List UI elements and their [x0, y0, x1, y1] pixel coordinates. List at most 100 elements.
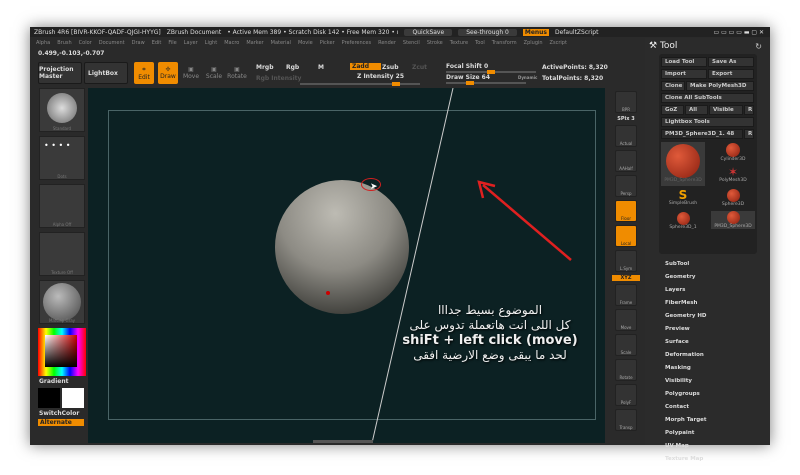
menu-alpha[interactable]: Alpha [36, 40, 50, 46]
viewport-canvas[interactable]: ➤ [88, 88, 605, 443]
projection-master-button[interactable]: Projection Master [38, 62, 82, 84]
menu-zscript[interactable]: Zscript [550, 40, 567, 46]
menu-stroke[interactable]: Stroke [427, 40, 443, 46]
section-deformation[interactable]: Deformation [665, 352, 704, 358]
shelf-bpr-button[interactable]: BPR [615, 91, 637, 113]
shelf-polyf-button[interactable]: PolyF [615, 384, 637, 406]
tool-thumb[interactable]: Sphere3D_1 [663, 212, 703, 230]
dynamic-button[interactable]: Dynamic [518, 75, 537, 80]
menu-tool[interactable]: Tool [475, 40, 485, 46]
focal-shift-slider[interactable]: Focal Shift 0 [446, 63, 488, 70]
tool-thumb[interactable]: S SimpleBrush [663, 189, 703, 206]
rgb-intensity-slider[interactable]: Rgb Intensity [256, 75, 301, 82]
export-button[interactable]: Export [708, 69, 754, 79]
z-intensity-track[interactable] [300, 82, 420, 86]
rgb-button[interactable]: Rgb [286, 64, 299, 71]
focal-shift-track[interactable] [446, 70, 536, 74]
alternate-button[interactable]: Alternate [38, 419, 84, 426]
shelf-transp-button[interactable]: Transp [615, 409, 637, 431]
shelf-xyz-button[interactable]: XYZ [612, 275, 640, 281]
section-subtool[interactable]: SubTool [665, 261, 689, 267]
shelf-actual-button[interactable]: Actual [615, 125, 637, 147]
gradient-label[interactable]: Gradient [39, 378, 87, 385]
menu-stencil[interactable]: Stencil [403, 40, 420, 46]
draw-size-track[interactable] [446, 81, 526, 85]
import-button[interactable]: Import [661, 69, 707, 79]
r-button[interactable]: R [744, 105, 754, 115]
menu-macro[interactable]: Macro [224, 40, 239, 46]
menu-layer[interactable]: Layer [184, 40, 198, 46]
menu-preferences[interactable]: Preferences [342, 40, 371, 46]
window-controls[interactable]: ▭ ▭ ▭ ▭ ▬ ▢ ✕ [714, 29, 770, 36]
color-swatches[interactable] [38, 388, 87, 408]
shelf-spix-3-button[interactable]: SPix 3 [612, 116, 640, 122]
scale-button[interactable]: ▣ Scale [205, 62, 223, 84]
shelf-l-sym-button[interactable]: L.Sym [615, 250, 637, 272]
texture-selector[interactable]: Texture Off [39, 232, 85, 276]
section-masking[interactable]: Masking [665, 365, 691, 371]
edit-button[interactable]: ⌗ Edit [134, 62, 154, 84]
tool-thumb[interactable]: Cylinder3D [713, 143, 753, 162]
scrollbar-bottom[interactable] [313, 440, 373, 443]
stroke-selector[interactable]: • • • • Dots [39, 136, 85, 180]
quicksave-button[interactable]: QuickSave [404, 28, 453, 36]
save-as-button[interactable]: Save As [708, 57, 754, 67]
shelf-local-button[interactable]: Local [615, 225, 637, 247]
menu-render[interactable]: Render [378, 40, 396, 46]
alpha-selector[interactable]: Alpha Off [39, 184, 85, 228]
make-polymesh-button[interactable]: Make PolyMesh3D [686, 81, 754, 91]
lightbox-button[interactable]: LightBox [84, 62, 128, 84]
menu-brush[interactable]: Brush [57, 40, 71, 46]
lightbox-tools-button[interactable]: Lightbox Tools [661, 117, 754, 127]
menu-movie[interactable]: Movie [298, 40, 313, 46]
clone-all-subtools-button[interactable]: Clone All SubTools [661, 93, 754, 103]
m-button[interactable]: M [318, 64, 324, 71]
menu-file[interactable]: File [168, 40, 176, 46]
shelf-persp-button[interactable]: Persp [615, 175, 637, 197]
tool-palette-header[interactable]: ⚒ Tool [649, 41, 677, 51]
shelf-frame-button[interactable]: Frame [615, 284, 637, 306]
see-through-slider[interactable]: See-through 0 [458, 28, 517, 36]
menu-document[interactable]: Document [99, 40, 125, 46]
mrgb-button[interactable]: Mrgb [256, 64, 274, 71]
menu-marker[interactable]: Marker [246, 40, 263, 46]
menu-draw[interactable]: Draw [132, 40, 145, 46]
section-geometry[interactable]: Geometry [665, 274, 695, 280]
menu-zplugin[interactable]: Zplugin [524, 40, 543, 46]
zadd-button[interactable]: Zadd [350, 63, 381, 70]
shelf-floor-button[interactable]: Floor [615, 200, 637, 222]
move-button[interactable]: ▣ Move [182, 62, 200, 84]
tool-thumb[interactable]: Sphere3D [713, 189, 753, 207]
shelf-aahalf-button[interactable]: AAHalf [615, 150, 637, 172]
menu-picker[interactable]: Picker [320, 40, 335, 46]
load-tool-button[interactable]: Load Tool [661, 57, 707, 67]
brush-selector[interactable]: Standard [39, 88, 85, 132]
goz-button[interactable]: GoZ [661, 105, 684, 115]
shelf-move-button[interactable]: Move [615, 309, 637, 331]
section-visibility[interactable]: Visibility [665, 378, 692, 384]
shelf-scale-button[interactable]: Scale [615, 334, 637, 356]
r-button-2[interactable]: R [744, 129, 754, 139]
menu-transform[interactable]: Transform [492, 40, 517, 46]
section-polygroups[interactable]: Polygroups [665, 391, 700, 397]
zsub-button[interactable]: Zsub [382, 64, 399, 71]
section-morph-target[interactable]: Morph Target [665, 417, 707, 423]
section-uv-map[interactable]: UV Map [665, 443, 689, 449]
section-polypaint[interactable]: Polypaint [665, 430, 694, 436]
color-picker[interactable] [38, 328, 86, 376]
menu-color[interactable]: Color [79, 40, 92, 46]
tool-thumb[interactable]: ✶ PolyMesh3D [713, 166, 753, 183]
rotate-button[interactable]: ▣ Rotate [227, 62, 247, 84]
menus-button[interactable]: Menus [522, 28, 549, 36]
section-texture-map[interactable]: Texture Map [665, 456, 703, 462]
current-tool-slider[interactable]: PM3D_Sphere3D_1. 48 [661, 129, 743, 139]
section-contact[interactable]: Contact [665, 404, 689, 410]
section-surface[interactable]: Surface [665, 339, 689, 345]
section-preview[interactable]: Preview [665, 326, 690, 332]
section-geometry-hd[interactable]: Geometry HD [665, 313, 707, 319]
menu-edit[interactable]: Edit [152, 40, 162, 46]
shelf-rotate-button[interactable]: Rotate [615, 359, 637, 381]
draw-button[interactable]: ✢ Draw [158, 62, 178, 84]
menu-light[interactable]: Light [205, 40, 217, 46]
z-intensity-slider[interactable]: Z Intensity 25 [357, 73, 404, 80]
